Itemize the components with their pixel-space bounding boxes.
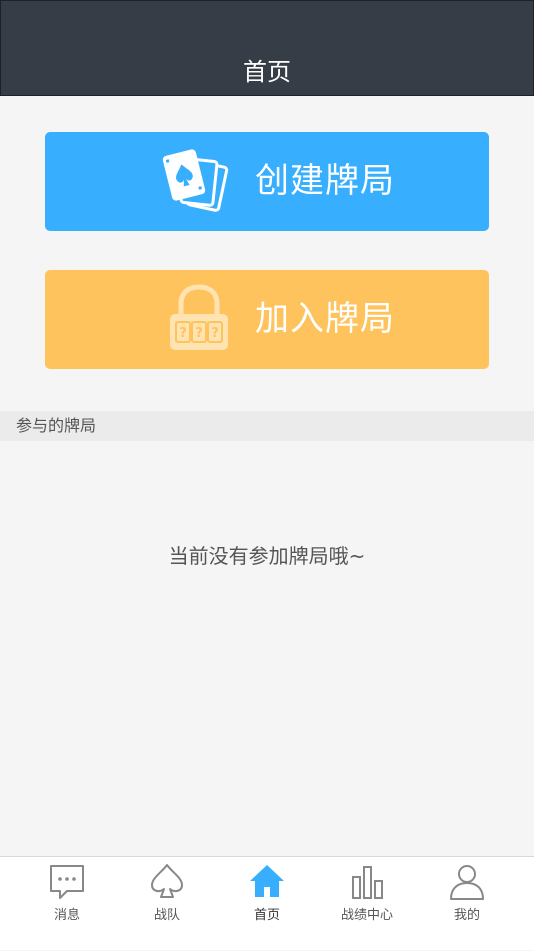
- spade-icon: [151, 864, 183, 898]
- page-title: 首页: [243, 58, 291, 86]
- section-title: 参与的牌局: [16, 416, 97, 435]
- empty-state-message: 当前没有参加牌局哦~: [168, 544, 366, 568]
- join-game-button[interactable]: ? ? ? 加入牌局: [45, 270, 489, 369]
- bar-chart-icon: [352, 866, 383, 899]
- lock-icon: ? ? ?: [170, 284, 228, 350]
- create-game-label: 创建牌局: [255, 161, 395, 201]
- tab-team-label: 战队: [153, 908, 180, 923]
- chat-icon: [50, 865, 84, 899]
- tab-profile[interactable]: 我的: [417, 857, 517, 951]
- tab-messages-label: 消息: [53, 908, 80, 923]
- svg-text:?: ?: [195, 326, 203, 341]
- tab-home[interactable]: 首页: [217, 857, 317, 951]
- bottom-tab-bar: 消息 战队 首页 战绩中心 我的: [0, 856, 534, 950]
- playing-cards-icon: [162, 149, 229, 212]
- top-header: 首页: [0, 0, 534, 96]
- tab-messages[interactable]: 消息: [17, 857, 117, 951]
- home-icon: [250, 865, 284, 897]
- create-game-button[interactable]: 创建牌局: [45, 132, 489, 231]
- user-icon: [450, 865, 484, 900]
- join-game-label: 加入牌局: [255, 299, 395, 339]
- tab-profile-label: 我的: [453, 908, 480, 923]
- tab-home-label: 首页: [253, 908, 280, 923]
- tab-stats-label: 战绩中心: [340, 908, 393, 923]
- svg-text:?: ?: [179, 326, 187, 341]
- svg-text:?: ?: [211, 326, 219, 341]
- tab-team[interactable]: 战队: [117, 857, 217, 951]
- tab-stats[interactable]: 战绩中心: [317, 857, 417, 951]
- section-header: 参与的牌局: [0, 411, 534, 441]
